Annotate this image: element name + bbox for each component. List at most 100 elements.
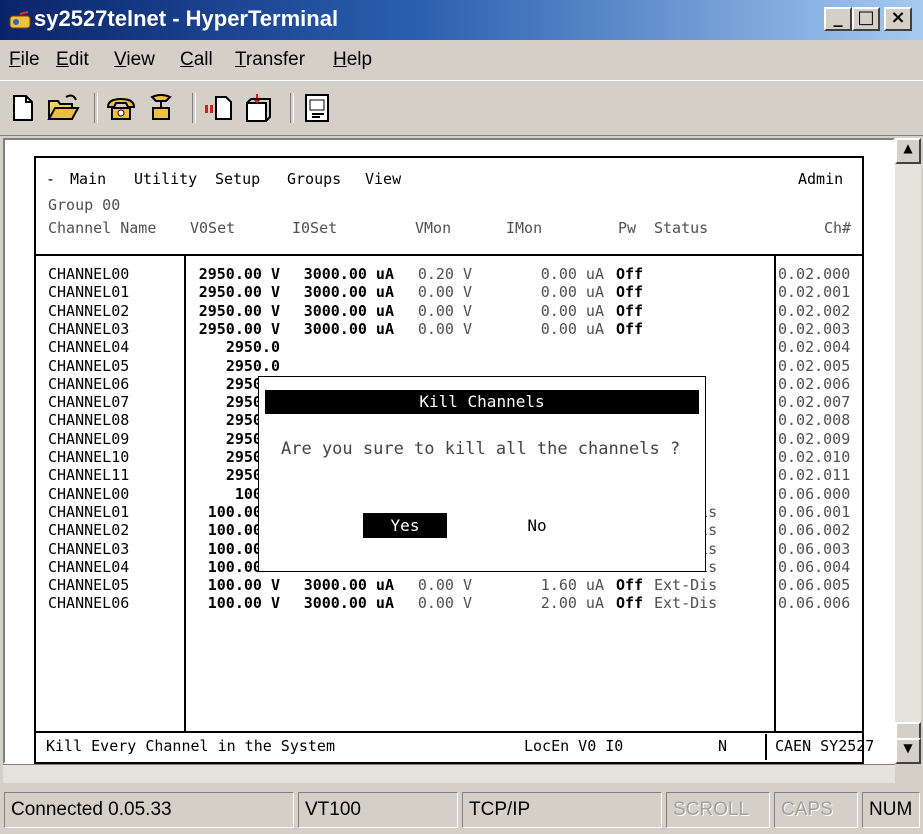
cell-imon: 0.00 uA xyxy=(540,265,604,283)
menu-help[interactable]: Help xyxy=(333,49,372,71)
footer-divider xyxy=(765,734,767,760)
menu-transfer[interactable]: Transfer xyxy=(235,49,305,71)
term-menu-groups[interactable]: Groups xyxy=(287,171,341,188)
vertical-scrollbar[interactable]: ▲ ▼ xyxy=(895,138,921,764)
box-left-line xyxy=(34,156,36,764)
menu-call[interactable]: Call xyxy=(180,49,213,71)
cell-ch: 0.02.007 xyxy=(778,393,851,412)
minimize-icon: _ xyxy=(833,7,843,28)
cell-v0set: 2950.0 xyxy=(225,338,280,357)
term-menu-utility[interactable]: Utility xyxy=(134,171,197,188)
status-bar: Connected 0.05.33 VT100 TCP/IP SCROLL CA… xyxy=(0,786,923,834)
cell-pw: Off xyxy=(616,594,644,613)
term-user: Admin xyxy=(798,170,844,188)
cell-status: Ext-Dis xyxy=(654,576,718,595)
cell-ch: 0.06.004 xyxy=(778,557,851,576)
cell-v0set: 2950.00 V xyxy=(198,265,280,283)
status-connected: Connected 0.05.33 xyxy=(4,792,294,828)
menu-view[interactable]: View xyxy=(114,49,155,71)
cell-vmon: 0.00 V xyxy=(417,319,472,338)
toolbar-separator xyxy=(94,93,98,123)
cell-imon: 1.60 uA xyxy=(540,576,604,595)
cell-channel-name: CHANNEL10 xyxy=(48,448,130,466)
close-button[interactable]: × xyxy=(884,7,912,31)
cell-ch: 0.02.009 xyxy=(778,429,851,448)
scroll-up-button[interactable]: ▲ xyxy=(895,138,921,164)
cell-imon: 0.00 uA xyxy=(540,319,604,338)
cell-channel-name: CHANNEL09 xyxy=(48,429,130,448)
new-icon[interactable] xyxy=(6,91,40,125)
send-icon[interactable] xyxy=(202,91,236,125)
menu-file[interactable]: File xyxy=(9,49,40,71)
title-bar[interactable]: sy2527telnet - HyperTerminal _ □ × xyxy=(0,0,923,40)
cell-ch: 0.02.001 xyxy=(778,283,851,302)
cell-vmon: 0.00 V xyxy=(417,283,472,302)
minimize-button[interactable]: _ xyxy=(824,7,852,31)
properties-icon[interactable] xyxy=(300,91,334,125)
cell-v0set: 100.00 V xyxy=(207,576,280,595)
cell-i0set: 3000.00 uA xyxy=(303,265,394,283)
term-menu-view[interactable]: View xyxy=(365,171,401,188)
cell-channel-name: CHANNEL02 xyxy=(48,301,130,320)
cell-ch: 0.06.001 xyxy=(778,502,851,521)
header-ch: Ch# xyxy=(824,219,852,237)
cell-ch: 0.06.006 xyxy=(778,594,851,613)
cell-channel-name: CHANNEL00 xyxy=(48,484,130,503)
cell-imon: 0.00 uA xyxy=(540,283,604,302)
term-menu-setup[interactable]: Setup xyxy=(215,171,260,188)
box-top-line xyxy=(34,156,864,158)
cell-channel-name: CHANNEL03 xyxy=(48,319,130,338)
cell-channel-name: CHANNEL01 xyxy=(48,283,130,302)
cell-ch: 0.02.011 xyxy=(778,466,851,485)
cell-channel-name: CHANNEL02 xyxy=(48,521,130,540)
no-button[interactable]: No xyxy=(517,513,557,538)
header-i0set: I0Set xyxy=(292,219,338,237)
cell-ch: 0.02.002 xyxy=(778,301,851,320)
group-label: Group 00 xyxy=(48,196,121,214)
cell-ch: 0.02.010 xyxy=(778,448,851,466)
header-status: Status xyxy=(654,219,709,237)
arrow-down-icon: ▼ xyxy=(903,741,913,755)
box-right-line xyxy=(862,156,864,764)
cell-ch: 0.02.000 xyxy=(778,265,851,283)
name-column-divider xyxy=(184,256,186,731)
term-menu-main[interactable]: Main xyxy=(70,171,106,188)
scroll-down-button[interactable]: ▼ xyxy=(895,738,921,764)
close-icon: × xyxy=(890,7,906,28)
cell-v0set: 2950.00 V xyxy=(198,301,280,320)
header-v0set: V0Set xyxy=(190,219,236,237)
cell-pw: Off xyxy=(616,283,644,302)
cell-imon: 0.00 uA xyxy=(540,301,604,320)
cell-i0set: 3000.00 uA xyxy=(303,319,394,338)
cell-vmon: 0.20 V xyxy=(417,265,472,283)
cell-ch: 0.02.005 xyxy=(778,356,851,375)
cell-ch: 0.02.004 xyxy=(778,338,851,357)
hyperterminal-icon xyxy=(9,11,31,29)
menu-edit[interactable]: Edit xyxy=(56,49,89,71)
yes-button[interactable]: Yes xyxy=(363,513,447,538)
cell-vmon: 0.00 V xyxy=(417,594,472,613)
cell-channel-name: CHANNEL08 xyxy=(48,411,130,430)
cell-channel-name: CHANNEL04 xyxy=(48,338,130,357)
cell-v0set: 2950.00 V xyxy=(198,319,280,338)
status-caps: CAPS xyxy=(774,792,858,828)
term-menu-dash: - xyxy=(46,170,56,188)
header-vmon: VMon xyxy=(415,219,452,237)
cell-ch: 0.02.006 xyxy=(778,374,851,393)
cell-i0set: 3000.00 uA xyxy=(303,576,394,595)
disconnect-phone-icon[interactable] xyxy=(144,91,178,125)
footer-crate: CAEN SY2527 xyxy=(775,737,875,755)
cell-imon: 2.00 uA xyxy=(540,594,604,613)
open-icon[interactable] xyxy=(46,91,80,125)
terminal-bottom-strip xyxy=(3,764,895,783)
arrow-up-icon: ▲ xyxy=(903,141,913,155)
cell-v0set: 2950.0 xyxy=(225,356,280,375)
maximize-button[interactable]: □ xyxy=(852,7,880,31)
connect-phone-icon[interactable] xyxy=(104,91,138,125)
receive-icon[interactable] xyxy=(242,91,276,125)
cell-channel-name: CHANNEL04 xyxy=(48,557,130,576)
footer-hint: Kill Every Channel in the System xyxy=(46,737,335,755)
header-imon: IMon xyxy=(506,219,543,237)
toolbar-separator xyxy=(192,93,196,123)
dialog-message: Are you sure to kill all the channels ? xyxy=(281,439,681,459)
